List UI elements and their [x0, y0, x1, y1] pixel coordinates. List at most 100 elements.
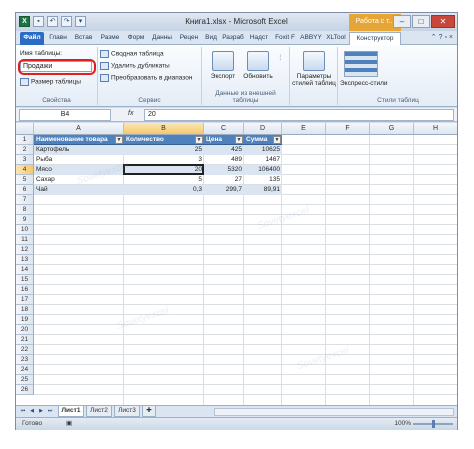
column-header-f[interactable]: F	[326, 123, 370, 135]
table-header-cell[interactable]: Наименование товара ▼	[34, 135, 124, 145]
column-header-d[interactable]: D	[244, 123, 282, 135]
refresh-button[interactable]: Обновить	[242, 51, 274, 80]
table-cell[interactable]: 5	[124, 175, 204, 185]
column-header-b[interactable]: B	[124, 123, 204, 135]
close-button[interactable]: ✕	[431, 15, 455, 28]
table-cell[interactable]: 0,3	[124, 185, 204, 195]
filter-dropdown-icon[interactable]: ▼	[235, 136, 243, 144]
row-header-18[interactable]: 18	[16, 305, 34, 315]
row-header-22[interactable]: 22	[16, 345, 34, 355]
name-box[interactable]: B4	[19, 109, 111, 121]
first-sheet-icon[interactable]: ⏮	[19, 407, 27, 416]
tab-review[interactable]: Рецен	[176, 32, 202, 45]
last-sheet-icon[interactable]: ⏭	[46, 407, 54, 416]
tab-file[interactable]: Файл	[20, 32, 44, 45]
tab-view[interactable]: Вид	[203, 32, 219, 45]
close-workbook-icon[interactable]: ×	[449, 34, 453, 41]
table-cell[interactable]: 489	[204, 155, 244, 165]
table-header-cell[interactable]: Количество ▼	[124, 135, 204, 145]
row-header-11[interactable]: 11	[16, 235, 34, 245]
window-restore-icon[interactable]: ▫	[444, 34, 446, 41]
formula-input[interactable]: 20	[144, 109, 454, 121]
row-header-1[interactable]: 1	[16, 135, 34, 145]
row-header-4[interactable]: 4	[16, 165, 34, 175]
table-cell[interactable]: 299,7	[204, 185, 244, 195]
row-header-23[interactable]: 23	[16, 355, 34, 365]
row-header-5[interactable]: 5	[16, 175, 34, 185]
row-header-26[interactable]: 26	[16, 385, 34, 395]
tab-developer[interactable]: Разраб	[220, 32, 246, 45]
quick-styles-icon[interactable]	[344, 51, 378, 77]
filter-dropdown-icon[interactable]: ▼	[273, 136, 281, 144]
column-header-h[interactable]: H	[414, 123, 457, 135]
tab-page-layout[interactable]: Разме	[97, 32, 123, 45]
row-header-20[interactable]: 20	[16, 325, 34, 335]
fx-icon[interactable]: fx	[128, 110, 133, 117]
table-cell[interactable]: Картофель	[34, 145, 124, 155]
tab-home[interactable]: Главн	[46, 32, 70, 45]
quick-styles-button[interactable]: Экспресс-стили	[340, 80, 388, 87]
row-header-9[interactable]: 9	[16, 215, 34, 225]
resize-table-button[interactable]: Размер таблицы	[20, 78, 81, 86]
tab-formulas[interactable]: Форм	[124, 32, 148, 45]
select-all-corner[interactable]	[16, 123, 34, 135]
row-header-21[interactable]: 21	[16, 335, 34, 345]
tab-addins[interactable]: Надст	[247, 32, 271, 45]
tab-design[interactable]: Конструктор	[349, 32, 401, 45]
zoom-level[interactable]: 100%	[394, 418, 411, 430]
column-header-a[interactable]: A	[34, 123, 124, 135]
sheet-tab-2[interactable]: Лист2	[86, 406, 112, 417]
table-cell[interactable]: 27	[204, 175, 244, 185]
row-header-12[interactable]: 12	[16, 245, 34, 255]
table-cell[interactable]: 5320	[204, 165, 244, 175]
row-header-16[interactable]: 16	[16, 285, 34, 295]
row-header-8[interactable]: 8	[16, 205, 34, 215]
worksheet-grid[interactable]: ABCDEFGHI1234567891011121314151617181920…	[16, 123, 457, 405]
sheet-tab-3[interactable]: Лист3	[114, 406, 140, 417]
macro-record-icon[interactable]: ▣	[66, 418, 72, 430]
style-options-button[interactable]: Параметры стилей таблиц	[292, 51, 336, 87]
row-header-19[interactable]: 19	[16, 315, 34, 325]
minimize-button[interactable]: –	[393, 15, 411, 28]
column-header-e[interactable]: E	[282, 123, 326, 135]
new-sheet-icon[interactable]: ✚	[142, 406, 156, 417]
filter-dropdown-icon[interactable]: ▼	[195, 136, 203, 144]
maximize-button[interactable]: □	[412, 15, 430, 28]
table-header-cell[interactable]: Цена ▼	[204, 135, 244, 145]
row-header-17[interactable]: 17	[16, 295, 34, 305]
prev-sheet-icon[interactable]: ◀	[28, 407, 36, 416]
help-icon[interactable]: ?	[439, 34, 443, 41]
column-header-g[interactable]: G	[370, 123, 414, 135]
table-cell[interactable]: 25	[124, 145, 204, 155]
table-cell[interactable]: 135	[244, 175, 282, 185]
table-header-cell[interactable]: Сумма ▼	[244, 135, 282, 145]
row-header-24[interactable]: 24	[16, 365, 34, 375]
row-header-13[interactable]: 13	[16, 255, 34, 265]
row-header-2[interactable]: 2	[16, 145, 34, 155]
tab-xltool[interactable]: XLTool	[324, 32, 348, 45]
sheet-tab-1[interactable]: Лист1	[58, 406, 84, 417]
pivot-table-button[interactable]: Сводная таблица	[100, 50, 164, 58]
next-sheet-icon[interactable]: ▶	[37, 407, 45, 416]
tab-foxit[interactable]: Foxit F	[272, 32, 298, 45]
tab-insert[interactable]: Встав	[71, 32, 96, 45]
external-extra-icons[interactable]: ⋮	[277, 53, 284, 61]
table-cell[interactable]: 425	[204, 145, 244, 155]
tab-data[interactable]: Данны	[149, 32, 175, 45]
row-header-15[interactable]: 15	[16, 275, 34, 285]
row-header-6[interactable]: 6	[16, 185, 34, 195]
row-header-25[interactable]: 25	[16, 375, 34, 385]
zoom-slider-thumb[interactable]	[432, 420, 435, 428]
row-header-7[interactable]: 7	[16, 195, 34, 205]
row-header-3[interactable]: 3	[16, 155, 34, 165]
table-cell[interactable]: 1467	[244, 155, 282, 165]
row-header-14[interactable]: 14	[16, 265, 34, 275]
table-cell[interactable]: 106400	[244, 165, 282, 175]
horizontal-scrollbar[interactable]	[214, 408, 454, 416]
row-header-10[interactable]: 10	[16, 225, 34, 235]
convert-range-button[interactable]: Преобразовать в диапазон	[100, 74, 192, 82]
export-button[interactable]: Экспорт	[208, 51, 238, 80]
column-header-c[interactable]: C	[204, 123, 244, 135]
table-cell[interactable]: 10625	[244, 145, 282, 155]
filter-dropdown-icon[interactable]: ▼	[115, 136, 123, 144]
